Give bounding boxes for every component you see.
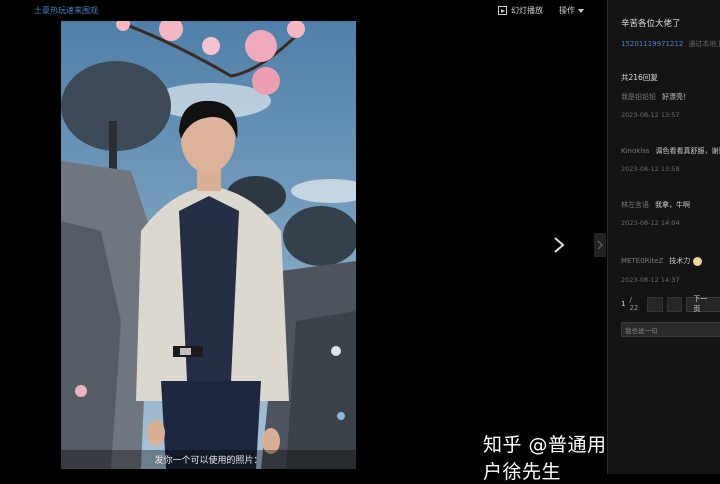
next-page-button[interactable]: 下一页 xyxy=(686,295,720,313)
viewer-toolbar: 幻灯播放 操作 xyxy=(498,5,584,16)
post-meta: 15201119971212 通过本地上传 xyxy=(621,39,720,49)
operations-menu[interactable]: 操作 xyxy=(559,5,584,16)
image-viewer: 土豪热玩速来围观 幻灯播放 操作 发你一个可以使用的照片： 知乎 @普通用户徐先… xyxy=(0,0,607,483)
watermark: 知乎 @普通用户徐先生 xyxy=(483,434,607,483)
next-image-button[interactable] xyxy=(549,232,569,258)
portrait-image xyxy=(61,21,356,469)
back-link[interactable]: 土豪热玩速来围观 xyxy=(34,5,98,16)
prev-page-button[interactable] xyxy=(646,296,663,312)
comment: Kinokiss 调色看看真舒服，谢谢 xyxy=(621,146,720,156)
comment-time: 2023-08-12 14:04 xyxy=(621,219,680,227)
comment: 我是铅铅铅 好漂亮！ xyxy=(621,92,690,102)
collapse-sidebar-button[interactable] xyxy=(594,233,606,257)
chevron-right-small-icon xyxy=(597,240,603,250)
comment-time: 2023-08-12 13:57 xyxy=(621,111,680,119)
current-page: 1 xyxy=(621,300,626,308)
chevron-right-icon xyxy=(554,237,565,253)
comment-time: 2023-08-12 14:37 xyxy=(621,276,680,284)
comment-time: 2023-08-12 13:58 xyxy=(621,165,680,173)
comment-user[interactable]: 我是铅铅铅 xyxy=(621,93,656,101)
comment-user[interactable]: METE0RiteZ xyxy=(621,257,663,265)
total-pages: / 22 xyxy=(629,296,639,312)
comment-user[interactable]: Kinokiss xyxy=(621,147,650,155)
main-photo xyxy=(61,21,356,469)
post-title: 辛苦各位大佬了 xyxy=(621,19,681,29)
comment-text: 好漂亮！ xyxy=(662,93,690,101)
upload-source: 通过本地上传 xyxy=(688,40,720,48)
comment-user[interactable]: 林左言语 xyxy=(621,201,649,209)
photo-caption: 发你一个可以使用的照片： xyxy=(61,450,356,469)
comment-text: 技术力 xyxy=(669,257,691,265)
comment: 林左言语 我拿，牛啊 xyxy=(621,200,690,210)
operations-label: 操作 xyxy=(559,6,575,15)
emoji-icon xyxy=(693,256,703,266)
comment: METE0RiteZ 技术力 xyxy=(621,256,703,266)
reply-count: 共216回复 xyxy=(621,73,658,82)
comments-sidebar: 辛苦各位大佬了 15201119971212 通过本地上传 共216回复 我是铅铅… xyxy=(607,0,720,474)
author-link[interactable]: 15201119971212 xyxy=(621,40,683,48)
pagination: 1 / 22 下一页 xyxy=(621,295,720,313)
slideshow-play-icon[interactable] xyxy=(498,6,507,15)
caret-down-icon xyxy=(578,8,584,13)
page-button[interactable] xyxy=(666,296,683,312)
reply-input[interactable]: 我也说一句 xyxy=(621,322,720,337)
slideshow-button[interactable]: 幻灯播放 xyxy=(511,5,543,16)
comment-text: 我拿，牛啊 xyxy=(655,201,690,209)
comment-text: 调色看看真舒服，谢谢 xyxy=(655,147,720,155)
